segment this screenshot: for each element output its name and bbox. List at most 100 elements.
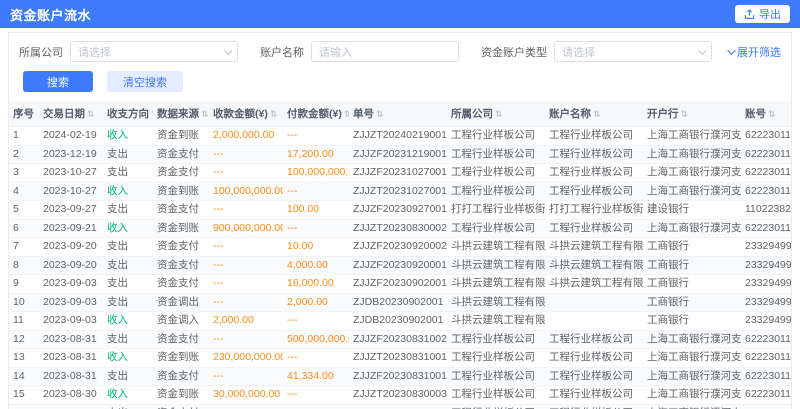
clear-search-button[interactable]: 清空搜索	[107, 71, 183, 92]
sort-icon[interactable]: ⇅	[593, 109, 601, 119]
cell-direction: 收入	[103, 219, 153, 238]
cell-company: 工程行业样板公司	[447, 145, 545, 164]
export-button[interactable]: 导出	[735, 5, 790, 23]
cell-order-no: ZJJZT20231027001	[349, 182, 447, 201]
column-header-0: 序号	[9, 101, 39, 127]
filter-actions: 搜索 清空搜索	[9, 62, 791, 101]
cell-company: 工程行业样板公司	[447, 127, 545, 146]
company-select-placeholder: 请选择	[78, 44, 111, 60]
table-row: 32023-10-27支出资金支付---100,000,000.00ZJJZF2…	[9, 164, 791, 183]
cell-account-name: 工程行业样板公司	[545, 127, 643, 146]
cell-source: 资金到账	[153, 127, 209, 146]
cell-account-no: 62223011	[741, 386, 791, 405]
cell-source: 资金支付	[153, 367, 209, 386]
cell-company: 斗拱云建筑工程有限公司	[447, 312, 545, 331]
cell-order-no: ZJDB20230902001	[349, 312, 447, 331]
column-header-9[interactable]: 开户行⇅	[643, 101, 741, 127]
cell-bank: 工商银行	[643, 293, 741, 312]
table-row: 162023-08-30支出资金支付---50,000,000.00ZJJZF2…	[9, 404, 791, 409]
cell-account-name: 斗拱云建筑工程有限公司	[545, 275, 643, 294]
cell-bank: 工商银行	[643, 275, 741, 294]
column-header-3[interactable]: 数据来源⇅	[153, 101, 209, 127]
cell-receive-amount: ---	[209, 145, 283, 164]
sort-icon[interactable]: ⇅	[151, 109, 153, 119]
company-select[interactable]: 请选择	[70, 41, 238, 62]
cell-direction: 收入	[103, 182, 153, 201]
cell-account-name: 工程行业样板公司	[545, 367, 643, 386]
search-button[interactable]: 搜索	[23, 71, 93, 92]
cell-order-no: ZJJZF20231027001	[349, 164, 447, 183]
column-label: 收款金额(¥)	[213, 108, 268, 120]
cell-direction: 支出	[103, 238, 153, 257]
column-header-7[interactable]: 所属公司⇅	[447, 101, 545, 127]
cell-receive-amount: 900,000,000.00	[209, 219, 283, 238]
cell-receive-amount: ---	[209, 404, 283, 409]
cell-account-name: 打打工程行业样板街	[545, 201, 643, 220]
cell-receive-amount: 30,000,000.00	[209, 386, 283, 405]
expand-filters-link[interactable]: 展开筛选	[727, 44, 781, 60]
cell-source: 资金支付	[153, 275, 209, 294]
table-row: 12024-02-19收入资金到账2,000,000.00---ZJJZT202…	[9, 127, 791, 146]
cell-account-no: 23329499	[741, 256, 791, 275]
column-header-1[interactable]: 交易日期⇅	[39, 101, 103, 127]
cell-direction: 收入	[103, 127, 153, 146]
cell-source: 资金支付	[153, 330, 209, 349]
cell-index: 15	[9, 386, 39, 405]
column-header-10[interactable]: 账号⇅	[741, 101, 791, 127]
cell-bank: 上海工商银行濮河支行	[643, 219, 741, 238]
column-header-8[interactable]: 账户名称⇅	[545, 101, 643, 127]
cell-index: 6	[9, 219, 39, 238]
column-header-5[interactable]: 付款金额(¥)⇅	[283, 101, 349, 127]
table-body: 12024-02-19收入资金到账2,000,000.00---ZJJZT202…	[9, 127, 791, 409]
sort-icon[interactable]: ⇅	[201, 109, 209, 119]
cell-direction: 收入	[103, 312, 153, 331]
sort-icon[interactable]: ⇅	[768, 109, 776, 119]
cell-source: 资金支付	[153, 164, 209, 183]
cell-company: 工程行业样板公司	[447, 330, 545, 349]
cell-account-no: 23329499	[741, 312, 791, 331]
cell-account-no: 23329499	[741, 238, 791, 257]
table-row: 22023-12-19支出资金支付---17,200.00ZJJZF202312…	[9, 145, 791, 164]
cell-date: 2023-12-19	[39, 145, 103, 164]
cell-index: 4	[9, 182, 39, 201]
column-header-4[interactable]: 收款金额(¥)⇅	[209, 101, 283, 127]
account-name-filter-label: 账户名称	[260, 44, 304, 60]
export-icon	[744, 9, 755, 20]
cell-company: 斗拱云建筑工程有限公司	[447, 275, 545, 294]
cell-company: 打打工程行业样板街	[447, 201, 545, 220]
cell-date: 2023-08-31	[39, 330, 103, 349]
account-type-select[interactable]: 请选择	[554, 41, 712, 62]
sort-icon[interactable]: ⇅	[344, 109, 349, 119]
account-type-filter: 资金账户类型 请选择	[481, 41, 712, 62]
cell-bank: 上海工商银行濮河支行	[643, 386, 741, 405]
cell-receive-amount: ---	[209, 367, 283, 386]
table-header-row: 序号交易日期⇅收支方向⇅数据来源⇅收款金额(¥)⇅付款金额(¥)⇅单号⇅所属公司…	[9, 101, 791, 127]
account-name-input[interactable]: 请输入	[311, 41, 459, 62]
sort-icon[interactable]: ⇅	[270, 109, 278, 119]
cell-pay-amount: 17,200.00	[283, 145, 349, 164]
cell-account-name	[545, 312, 643, 331]
cell-account-name: 工程行业样板公司	[545, 182, 643, 201]
sort-icon[interactable]: ⇅	[495, 109, 503, 119]
cell-direction: 支出	[103, 293, 153, 312]
cell-date: 2023-09-20	[39, 238, 103, 257]
sort-icon[interactable]: ⇅	[376, 109, 384, 119]
sort-icon[interactable]: ⇅	[681, 109, 689, 119]
cell-order-no: ZJDB20230902001	[349, 293, 447, 312]
cell-index: 7	[9, 238, 39, 257]
cell-order-no: ZJJZT20230831001	[349, 349, 447, 368]
table-row: 152023-08-30收入资金到账30,000,000.00---ZJJZT2…	[9, 386, 791, 405]
cell-order-no: ZJJZF20230920002	[349, 238, 447, 257]
cell-pay-amount: ---	[283, 182, 349, 201]
sort-icon[interactable]: ⇅	[87, 109, 95, 119]
cell-direction: 收入	[103, 349, 153, 368]
column-header-6[interactable]: 单号⇅	[349, 101, 447, 127]
column-header-2[interactable]: 收支方向⇅	[103, 101, 153, 127]
cell-pay-amount: ---	[283, 349, 349, 368]
cell-source: 资金支付	[153, 145, 209, 164]
table-row: 42023-10-27收入资金到账100,000,000.00---ZJJZT2…	[9, 182, 791, 201]
account-type-filter-label: 资金账户类型	[481, 44, 547, 60]
cell-date: 2023-09-03	[39, 275, 103, 294]
cell-account-name: 工程行业样板公司	[545, 164, 643, 183]
cell-direction: 收入	[103, 386, 153, 405]
